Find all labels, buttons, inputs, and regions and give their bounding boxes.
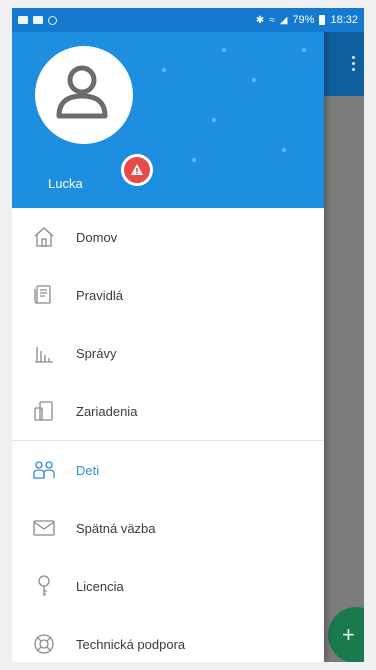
- user-avatar[interactable]: [35, 46, 153, 186]
- menu-item-feedback[interactable]: Spätná väzba: [12, 499, 324, 557]
- background-app-bar: [324, 32, 364, 96]
- person-icon: [56, 65, 108, 119]
- menu-label: Technická podpora: [76, 636, 186, 652]
- signal-icon: ◢: [279, 14, 288, 26]
- menu-label: Pravidlá: [76, 287, 123, 303]
- phone-screen: + ✱ ≈ ◢ 79% 18:32 Lucka Domov Pravidlá S…: [12, 8, 364, 662]
- status-bar: ✱ ≈ ◢ 79% 18:32: [12, 8, 364, 32]
- menu-item-home[interactable]: Domov: [12, 208, 324, 266]
- home-icon: [32, 225, 56, 249]
- background-app-content: [324, 32, 364, 662]
- menu-item-reports[interactable]: Správy: [12, 324, 324, 382]
- overflow-menu-icon[interactable]: [352, 56, 355, 71]
- sync-notification-icon: [48, 15, 57, 25]
- menu-label: Domov: [76, 229, 118, 245]
- battery-icon: [319, 15, 326, 25]
- menu-item-license[interactable]: Licencia: [12, 557, 324, 615]
- clock: 18:32: [330, 14, 358, 26]
- menu-item-rules[interactable]: Pravidlá: [12, 266, 324, 324]
- menu-item-support[interactable]: Technická podpora: [12, 615, 324, 662]
- drawer-header: Lucka: [12, 8, 324, 208]
- menu-label: Licencia: [76, 578, 124, 594]
- message-notification-icon: [33, 16, 43, 24]
- children-icon: [32, 458, 56, 482]
- menu-item-children[interactable]: Deti: [12, 441, 324, 499]
- feedback-envelope-icon: [32, 516, 56, 540]
- menu-label: Spätná väzba: [76, 520, 156, 536]
- reports-chart-icon: [32, 341, 56, 365]
- navigation-drawer: Lucka Domov Pravidlá Správy Zariadenia D…: [12, 8, 324, 662]
- menu-label: Deti: [76, 462, 100, 478]
- user-name: Lucka: [48, 176, 83, 191]
- license-key-icon: [32, 574, 56, 598]
- battery-percent: 79%: [292, 14, 315, 26]
- drawer-menu: Domov Pravidlá Správy Zariadenia Deti Sp…: [12, 208, 324, 662]
- menu-label: Zariadenia: [76, 403, 138, 419]
- devices-icon: [32, 399, 56, 423]
- rules-scroll-icon: [32, 283, 56, 307]
- wifi-icon: ≈: [269, 14, 275, 26]
- menu-item-devices[interactable]: Zariadenia: [12, 382, 324, 440]
- warning-badge-icon: [121, 154, 153, 186]
- menu-label: Správy: [76, 345, 117, 361]
- gallery-notification-icon: [18, 16, 28, 24]
- bluetooth-icon: ✱: [255, 14, 265, 26]
- support-lifebuoy-icon: [32, 632, 56, 656]
